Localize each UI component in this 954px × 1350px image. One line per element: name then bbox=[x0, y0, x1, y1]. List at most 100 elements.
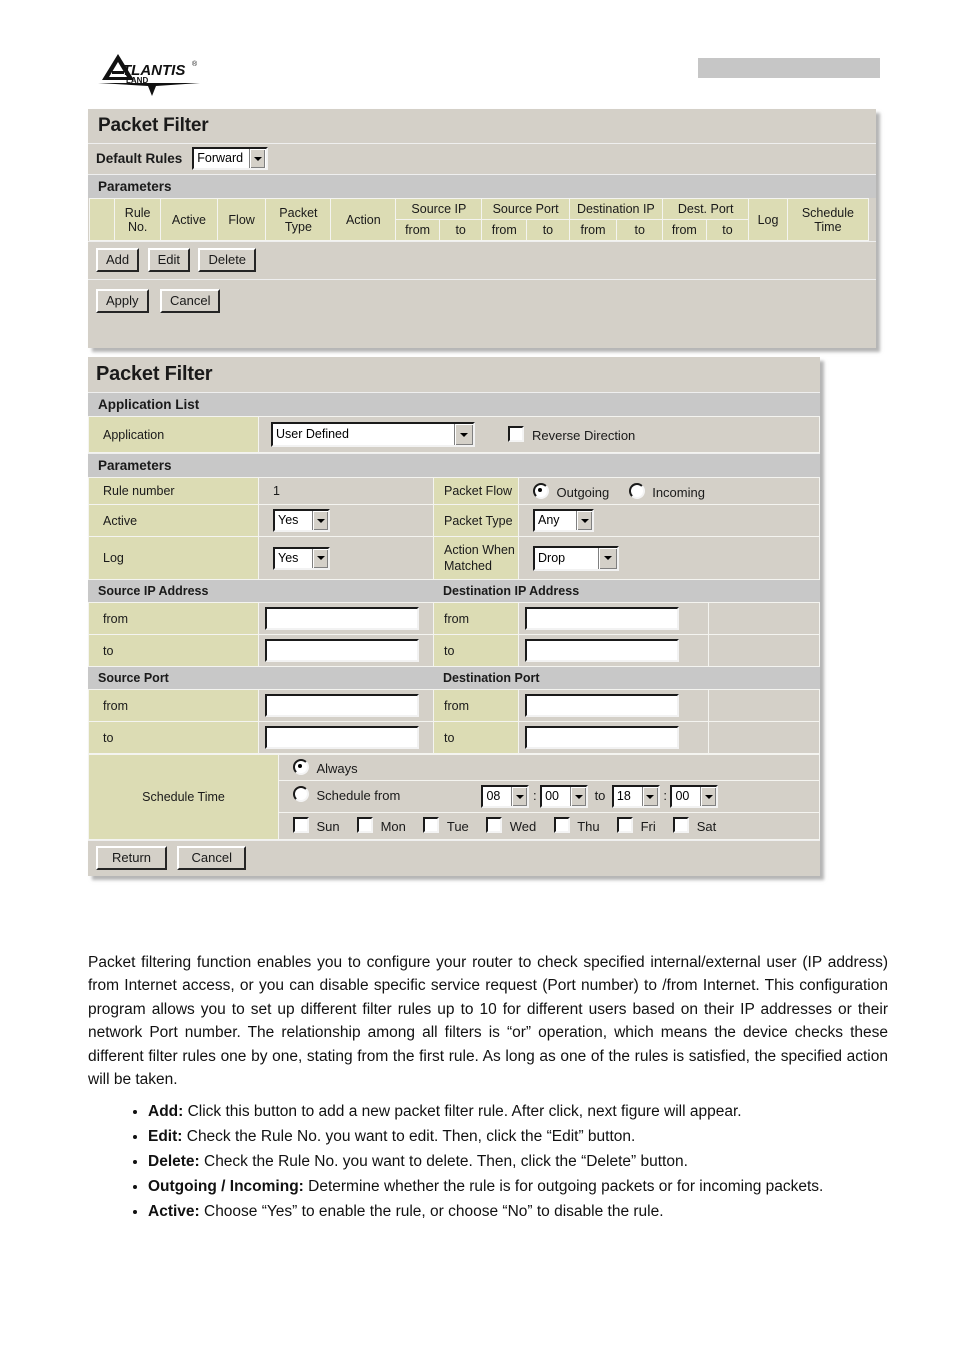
list-cancel-button[interactable]: Cancel bbox=[159, 289, 221, 313]
packet-flow-incoming-radio[interactable] bbox=[628, 482, 645, 499]
source-ip-from-input[interactable] bbox=[265, 607, 419, 630]
bullet-text-active: Choose “Yes” to enable the rule, or choo… bbox=[199, 1203, 664, 1220]
dest-port-to-input[interactable] bbox=[525, 726, 679, 749]
source-port-from-label: from bbox=[88, 689, 259, 722]
source-ip-to-input[interactable] bbox=[265, 639, 419, 662]
log-select[interactable]: Yes bbox=[273, 546, 330, 570]
active-packet-type-row: Active Yes Packet Type Any bbox=[88, 504, 820, 537]
dest-ip-to-input[interactable] bbox=[525, 639, 679, 662]
header-subcell-source-ip-to: to bbox=[438, 219, 483, 241]
chevron-down-icon[interactable] bbox=[641, 787, 658, 806]
apply-button[interactable]: Apply bbox=[96, 289, 149, 313]
schedule-from-radio[interactable] bbox=[293, 785, 309, 802]
list-item: Outgoing / Incoming: Determine whether t… bbox=[148, 1175, 920, 1199]
reverse-direction-checkbox[interactable] bbox=[508, 426, 525, 442]
active-select[interactable]: Yes bbox=[273, 509, 330, 532]
day-checkbox-mon[interactable] bbox=[357, 817, 374, 833]
schedule-start-hour-select[interactable]: 08 bbox=[481, 785, 530, 808]
page-header: TLANTIS ® LAND bbox=[0, 0, 954, 105]
packet-flow-outgoing-radio[interactable] bbox=[533, 482, 549, 499]
default-rules-select[interactable]: Forward bbox=[192, 147, 269, 170]
schedule-end-minute-select[interactable]: 00 bbox=[670, 785, 719, 808]
header-subcell-dest-port-from: from bbox=[662, 219, 707, 241]
schedule-to-label: to bbox=[594, 787, 606, 803]
dest-port-from-input[interactable] bbox=[525, 694, 679, 717]
header-subcell-dest-ip-to: to bbox=[616, 219, 664, 241]
day-label-wed: Wed bbox=[509, 819, 537, 834]
schedule-end-hour-select[interactable]: 18 bbox=[611, 785, 660, 808]
dest-ip-from-label: from bbox=[433, 602, 519, 635]
schedule-start-hour-value: 08 bbox=[486, 789, 501, 803]
schedule-end-minute-value: 00 bbox=[675, 789, 690, 803]
dest-ip-from-input[interactable] bbox=[525, 607, 679, 630]
header-cell-packet-type: Packet Type bbox=[265, 198, 332, 241]
header-subcell-dest-port-to: to bbox=[705, 219, 750, 241]
header-cell-destination-ip: Destination IP bbox=[568, 198, 664, 220]
packet-flow-incoming-label: Incoming bbox=[652, 484, 705, 500]
day-checkbox-tue[interactable] bbox=[423, 817, 440, 833]
chevron-down-icon[interactable] bbox=[454, 424, 473, 445]
parameters-table: Rule number 1 Packet Flow Outgoing Incom… bbox=[88, 477, 820, 580]
port-to-row: to to bbox=[88, 721, 820, 754]
header-subcell-source-ip-from: from bbox=[395, 219, 440, 241]
application-select[interactable]: User Defined bbox=[271, 422, 475, 447]
chevron-down-icon[interactable] bbox=[249, 149, 266, 168]
chevron-down-icon[interactable] bbox=[312, 548, 328, 568]
packet-flow-outgoing-label: Outgoing bbox=[556, 484, 610, 500]
schedule-start-minute-select[interactable]: 00 bbox=[540, 785, 589, 808]
header-cell-flow: Flow bbox=[216, 198, 267, 241]
edit-button[interactable]: Edit bbox=[147, 248, 190, 272]
packet-type-select[interactable]: Any bbox=[533, 509, 594, 532]
header-cell-schedule-time: Schedule Time bbox=[786, 198, 870, 241]
rule-number-label: Rule number bbox=[88, 477, 259, 505]
day-checkbox-sat[interactable] bbox=[673, 817, 690, 833]
day-checkbox-sun[interactable] bbox=[293, 817, 309, 833]
source-port-from-input[interactable] bbox=[265, 694, 419, 717]
chevron-down-icon[interactable] bbox=[598, 547, 617, 569]
dest-ip-to-label: to bbox=[433, 634, 519, 667]
chevron-down-icon[interactable] bbox=[570, 787, 587, 806]
day-checkbox-thu[interactable] bbox=[553, 817, 570, 833]
list-parameters-section-label: Parameters bbox=[88, 174, 876, 198]
table-header-row-top: Rule No. Active Flow Packet Type Action … bbox=[88, 198, 870, 241]
port-section-headers: Source Port Destination Port bbox=[88, 667, 820, 689]
log-action-row: Log Yes Action When Matched Drop bbox=[88, 536, 820, 580]
rule-number-value: 1 bbox=[258, 477, 434, 505]
source-port-section-label: Source Port bbox=[88, 667, 433, 689]
add-button[interactable]: Add bbox=[96, 248, 140, 272]
day-checkbox-wed[interactable] bbox=[486, 817, 503, 833]
dest-port-from-label: from bbox=[433, 689, 519, 722]
delete-button[interactable]: Delete bbox=[198, 248, 257, 272]
source-port-to-input[interactable] bbox=[265, 726, 419, 749]
source-ip-section-label: Source IP Address bbox=[88, 580, 433, 602]
chevron-down-icon[interactable] bbox=[511, 787, 528, 806]
bullet-term-active: Active: bbox=[148, 1203, 200, 1220]
chevron-down-icon[interactable] bbox=[700, 787, 717, 806]
action-select[interactable]: Drop bbox=[533, 545, 619, 571]
port-from-row: from from bbox=[88, 689, 820, 722]
schedule-always-radio[interactable] bbox=[293, 759, 309, 775]
day-checkbox-fri[interactable] bbox=[617, 817, 634, 833]
header-cell-active: Active bbox=[159, 198, 218, 241]
list-item: Edit: Check the Rule No. you want to edi… bbox=[148, 1125, 920, 1149]
time-colon-2: : bbox=[663, 787, 667, 803]
reverse-direction-label: Reverse Direction bbox=[531, 428, 636, 443]
chevron-down-icon[interactable] bbox=[576, 511, 592, 530]
list-action-buttons: Add Edit Delete bbox=[88, 241, 876, 279]
bullet-term-outgoing-incoming: Outgoing / Incoming: bbox=[148, 1178, 304, 1195]
chevron-down-icon[interactable] bbox=[312, 511, 328, 530]
active-label: Active bbox=[88, 504, 259, 537]
port-fields-table: from from to to bbox=[88, 689, 820, 754]
header-cell-source-ip: Source IP bbox=[395, 198, 483, 220]
schedule-end-hour-value: 18 bbox=[616, 789, 631, 803]
day-label-mon: Mon bbox=[380, 819, 406, 834]
edit-cancel-button[interactable]: Cancel bbox=[177, 846, 246, 870]
return-button[interactable]: Return bbox=[96, 846, 168, 870]
packet-type-label: Packet Type bbox=[433, 504, 519, 537]
day-label-sun: Sun bbox=[316, 819, 340, 834]
bullet-term-add: Add: bbox=[148, 1103, 184, 1120]
action-value: Drop bbox=[538, 550, 566, 565]
list-item: Active: Choose “Yes” to enable the rule,… bbox=[148, 1200, 920, 1224]
day-label-sat: Sat bbox=[696, 819, 717, 834]
action-when-matched-label: Action When Matched bbox=[433, 536, 519, 580]
